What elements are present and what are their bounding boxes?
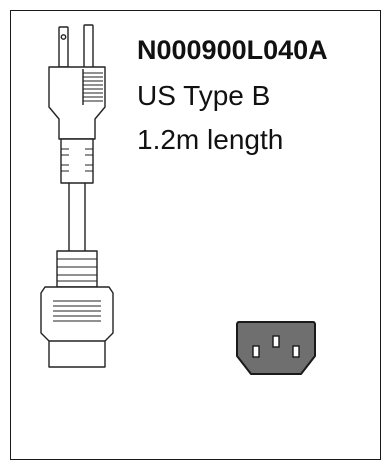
cable-length: 1.2m length xyxy=(137,124,284,155)
iec-c13-socket-icon xyxy=(236,321,316,375)
power-cable-icon xyxy=(40,24,114,368)
plug-type: US Type B xyxy=(137,80,271,111)
product-card: N000900L040A US Type B 1.2m length xyxy=(10,10,381,460)
part-number: N000900L040A xyxy=(137,35,328,65)
